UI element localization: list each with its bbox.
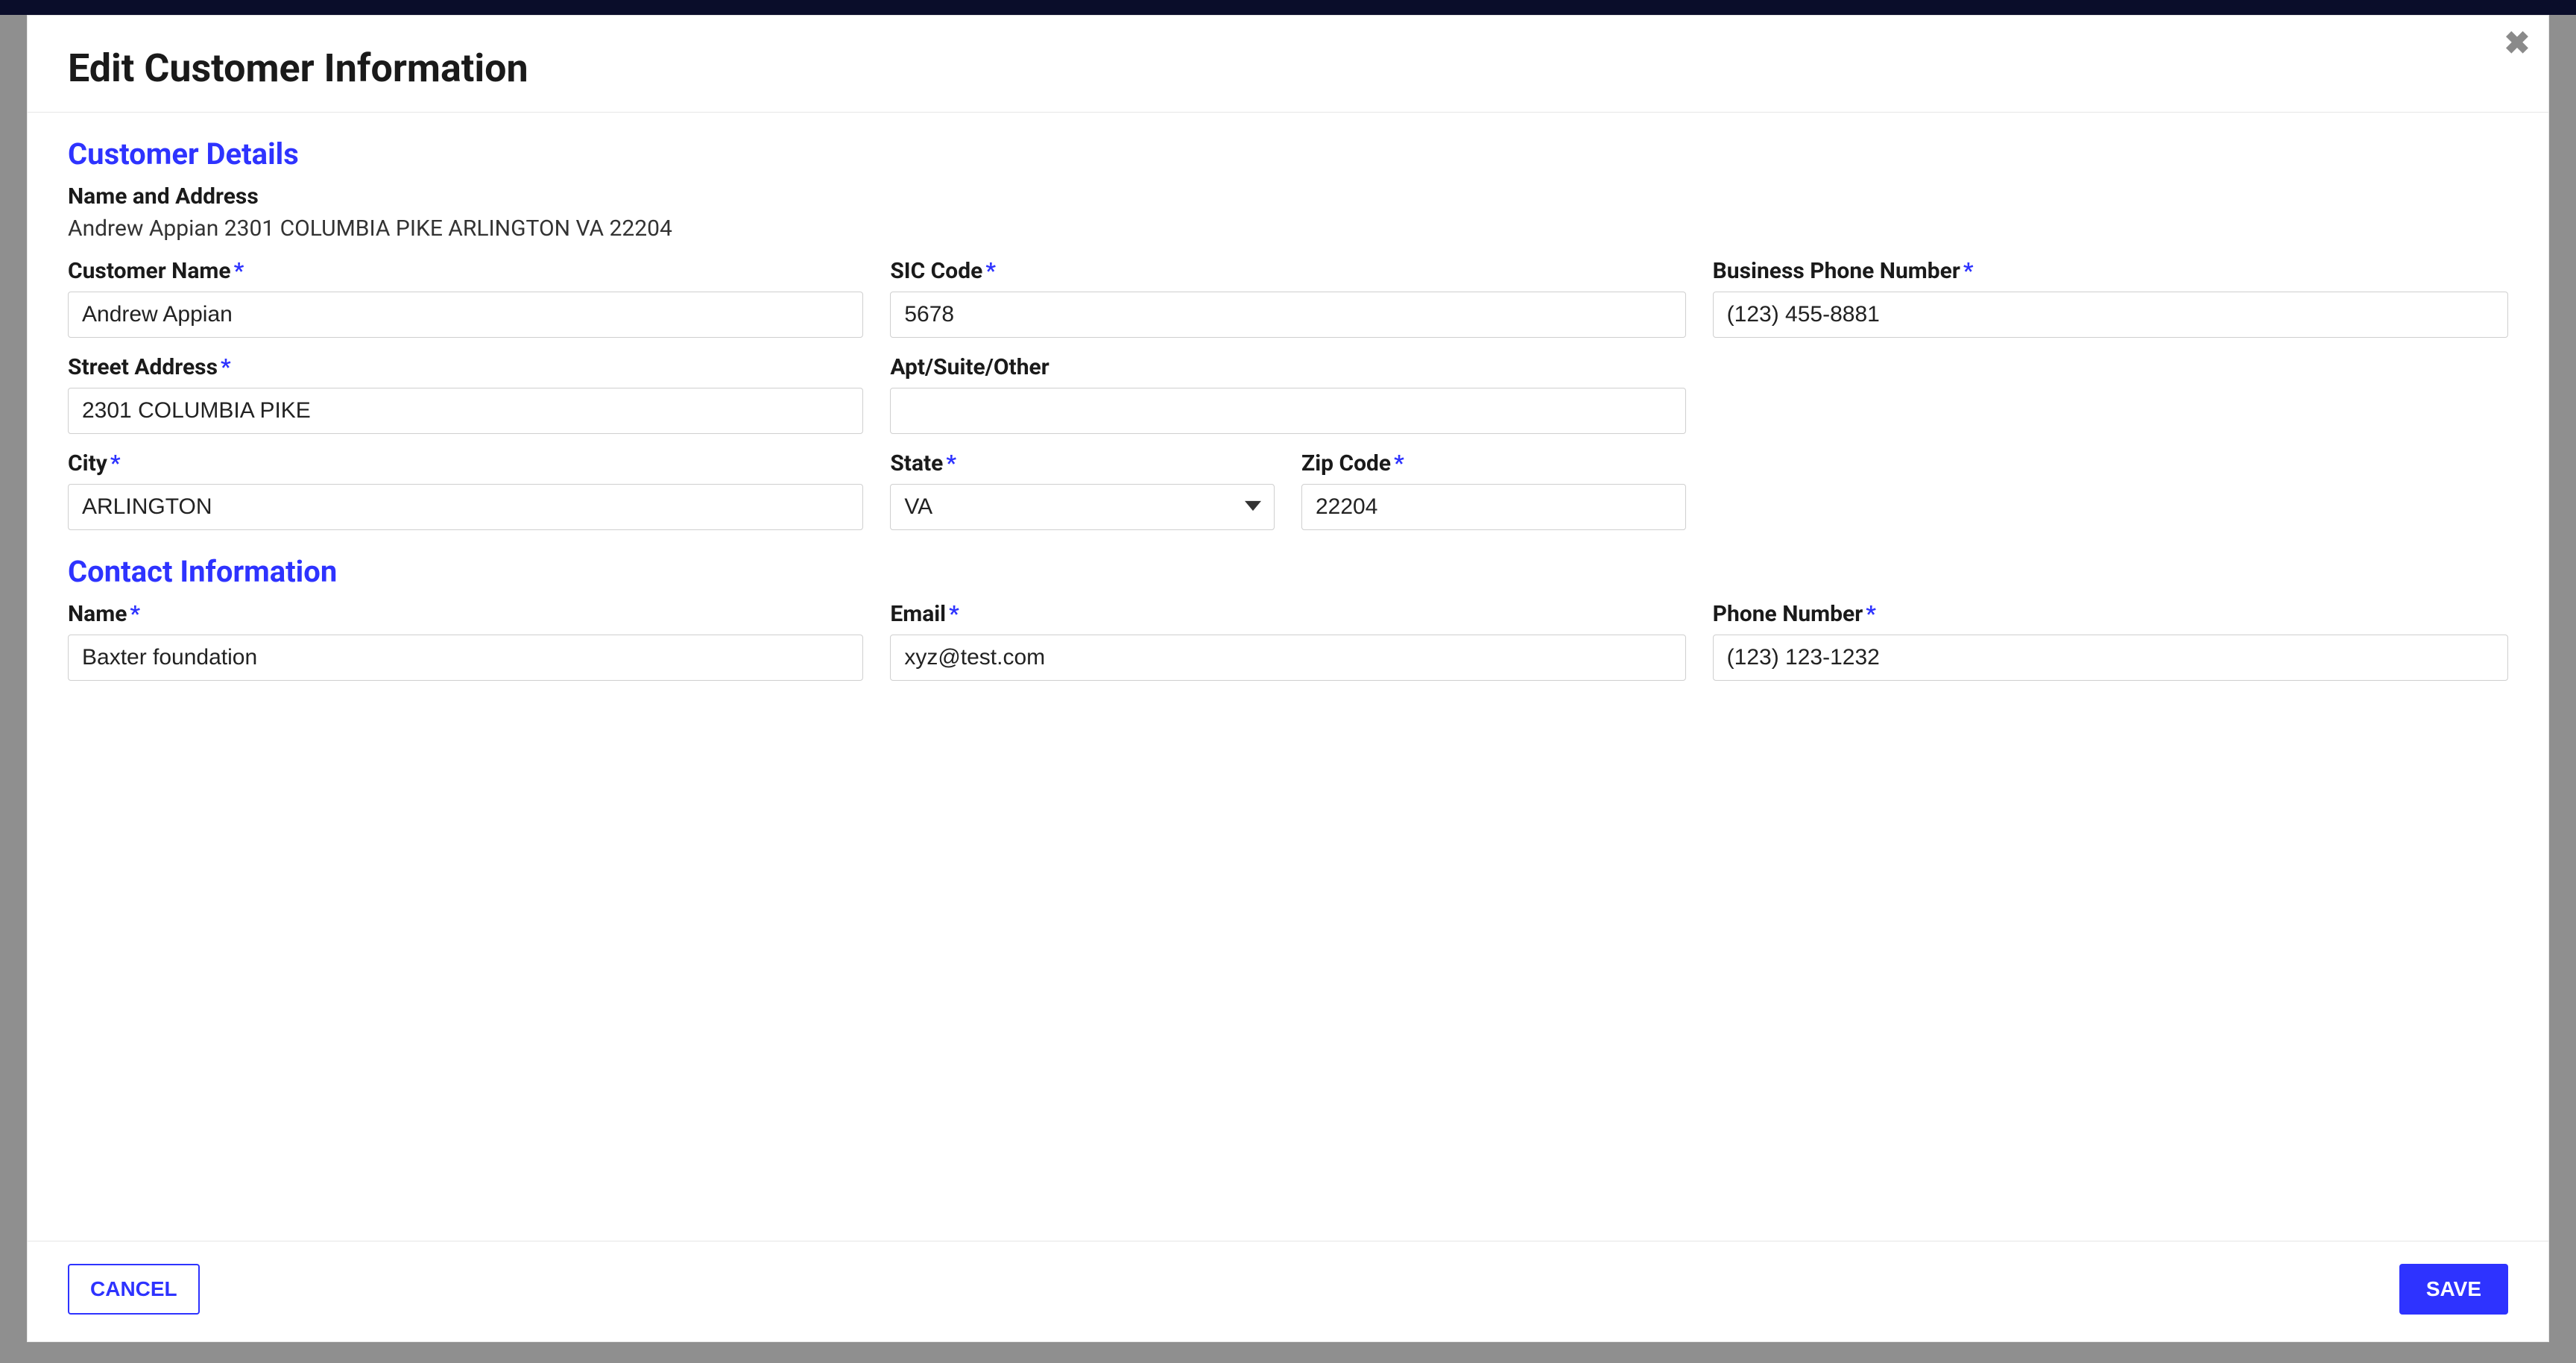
apt-suite-field: Apt/Suite/Other (890, 354, 1685, 434)
contact-name-field: Name* (68, 601, 863, 681)
customer-name-label: Customer Name* (68, 258, 863, 284)
edit-customer-modal: Edit Customer Information ✖ Customer Det… (27, 15, 2549, 1342)
city-label-text: City (68, 450, 107, 476)
state-label-text: State (890, 450, 943, 476)
sic-code-input[interactable] (890, 292, 1685, 338)
modal-title: Edit Customer Information (68, 45, 2508, 91)
zip-label: Zip Code* (1301, 450, 1686, 476)
required-marker: * (110, 450, 121, 476)
name-address-line: Andrew Appian 2301 COLUMBIA PIKE ARLINGT… (68, 215, 2508, 242)
business-phone-label: Business Phone Number* (1713, 258, 2508, 284)
contact-email-label-text: Email (890, 601, 946, 627)
contact-information-heading: Contact Information (68, 554, 2508, 589)
sic-code-field: SIC Code* (890, 258, 1685, 338)
state-select[interactable] (890, 484, 1275, 530)
sic-code-label: SIC Code* (890, 258, 1685, 284)
contact-email-input[interactable] (890, 635, 1685, 681)
zip-input[interactable] (1301, 484, 1686, 530)
required-marker: * (985, 258, 996, 284)
contact-name-label-text: Name (68, 601, 127, 627)
customer-details-row-1: Customer Name* SIC Code* Business Phone … (68, 258, 2508, 338)
street-address-field: Street Address* (68, 354, 863, 434)
contact-info-row: Name* Email* Phone Number* (68, 601, 2508, 681)
business-phone-field: Business Phone Number* (1713, 258, 2508, 338)
customer-details-row-3: City* State* (68, 450, 2508, 530)
modal-body: Customer Details Name and Address Andrew… (28, 113, 2548, 1241)
contact-email-label: Email* (890, 601, 1685, 627)
street-address-label-text: Street Address (68, 354, 218, 380)
street-address-label: Street Address* (68, 354, 863, 380)
contact-phone-label: Phone Number* (1713, 601, 2508, 627)
required-marker: * (221, 354, 231, 380)
apt-suite-label-text: Apt/Suite/Other (890, 354, 1049, 380)
contact-name-label: Name* (68, 601, 863, 627)
customer-name-label-text: Customer Name (68, 258, 231, 284)
customer-details-heading: Customer Details (68, 136, 2508, 171)
contact-phone-field: Phone Number* (1713, 601, 2508, 681)
customer-name-field: Customer Name* (68, 258, 863, 338)
cancel-button[interactable]: CANCEL (68, 1264, 200, 1315)
contact-phone-label-text: Phone Number (1713, 601, 1863, 627)
city-input[interactable] (68, 484, 863, 530)
zip-label-text: Zip Code (1301, 450, 1391, 476)
save-button[interactable]: SAVE (2399, 1264, 2508, 1315)
contact-information-section: Contact Information Name* Email* Ph (68, 554, 2508, 681)
contact-name-input[interactable] (68, 635, 863, 681)
required-marker: * (946, 450, 956, 476)
app-top-bar (0, 0, 2576, 15)
required-marker: * (1394, 450, 1404, 476)
required-marker: * (130, 601, 140, 627)
state-select-wrap (890, 484, 1275, 530)
required-marker: * (234, 258, 244, 284)
business-phone-label-text: Business Phone Number (1713, 258, 1960, 284)
modal-footer: CANCEL SAVE (28, 1241, 2548, 1341)
required-marker: * (949, 601, 959, 627)
required-marker: * (1866, 601, 1876, 627)
apt-suite-label: Apt/Suite/Other (890, 354, 1685, 380)
street-address-input[interactable] (68, 388, 863, 434)
state-zip-row: State* Zip Code* (890, 450, 1685, 530)
city-field: City* (68, 450, 863, 530)
state-field: State* (890, 450, 1275, 530)
name-address-label: Name and Address (68, 183, 2508, 210)
contact-email-field: Email* (890, 601, 1685, 681)
apt-suite-input[interactable] (890, 388, 1685, 434)
state-label: State* (890, 450, 1275, 476)
zip-field: Zip Code* (1301, 450, 1686, 530)
customer-details-row-2: Street Address* Apt/Suite/Other (68, 354, 2508, 434)
customer-name-input[interactable] (68, 292, 863, 338)
required-marker: * (1963, 258, 1974, 284)
sic-code-label-text: SIC Code (890, 258, 982, 284)
empty-cell (1713, 354, 2508, 434)
business-phone-input[interactable] (1713, 292, 2508, 338)
empty-cell (1713, 450, 2508, 530)
close-icon[interactable]: ✖ (2499, 26, 2535, 62)
contact-phone-input[interactable] (1713, 635, 2508, 681)
close-icon-glyph: ✖ (2504, 28, 2530, 60)
city-label: City* (68, 450, 863, 476)
modal-header: Edit Customer Information ✖ (28, 16, 2548, 113)
